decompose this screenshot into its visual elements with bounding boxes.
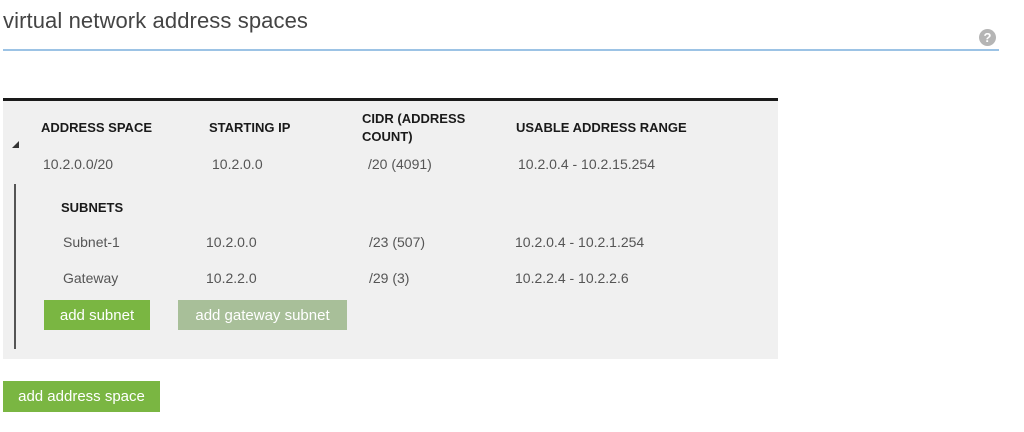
subnet-name: Subnet-1 — [63, 234, 120, 250]
subnet-cidr: /29 (3) — [369, 270, 410, 286]
column-header-address-space: ADDRESS SPACE — [41, 120, 153, 135]
subnet-usable-range: 10.2.0.4 - 10.2.1.254 — [515, 234, 645, 250]
collapse-triangle-icon[interactable] — [12, 141, 19, 148]
address-space-starting-ip: 10.2.0.0 — [212, 156, 263, 172]
subnet-starting-ip: 10.2.0.0 — [206, 234, 257, 250]
help-icon[interactable]: ? — [979, 29, 996, 46]
subnet-usable-range: 10.2.2.4 - 10.2.2.6 — [515, 270, 629, 286]
address-space-panel: ADDRESS SPACE STARTING IP CIDR (ADDRESS … — [3, 98, 778, 359]
column-header-usable-range: USABLE ADDRESS RANGE — [516, 120, 687, 135]
column-header-starting-ip: STARTING IP — [209, 120, 291, 135]
add-gateway-subnet-button[interactable]: add gateway subnet — [178, 300, 347, 330]
add-subnet-button[interactable]: add subnet — [44, 300, 150, 330]
subnet-group-line — [14, 184, 16, 349]
subnet-starting-ip: 10.2.2.0 — [206, 270, 257, 286]
page-title: virtual network address spaces — [3, 8, 309, 33]
header-divider — [3, 49, 999, 51]
address-space-cidr: /20 (4091) — [368, 156, 432, 172]
address-space-usable-range: 10.2.0.4 - 10.2.15.254 — [518, 156, 655, 172]
page: virtual network address spaces ? ADDRESS… — [0, 0, 1024, 432]
subnet-cidr: /23 (507) — [369, 234, 426, 250]
column-header-cidr: CIDR (ADDRESS COUNT) — [362, 111, 466, 144]
add-address-space-button[interactable]: add address space — [3, 381, 160, 412]
address-space-value: 10.2.0.0/20 — [43, 156, 114, 172]
subnets-label: SUBNETS — [61, 200, 124, 215]
subnet-name: Gateway — [63, 270, 119, 286]
